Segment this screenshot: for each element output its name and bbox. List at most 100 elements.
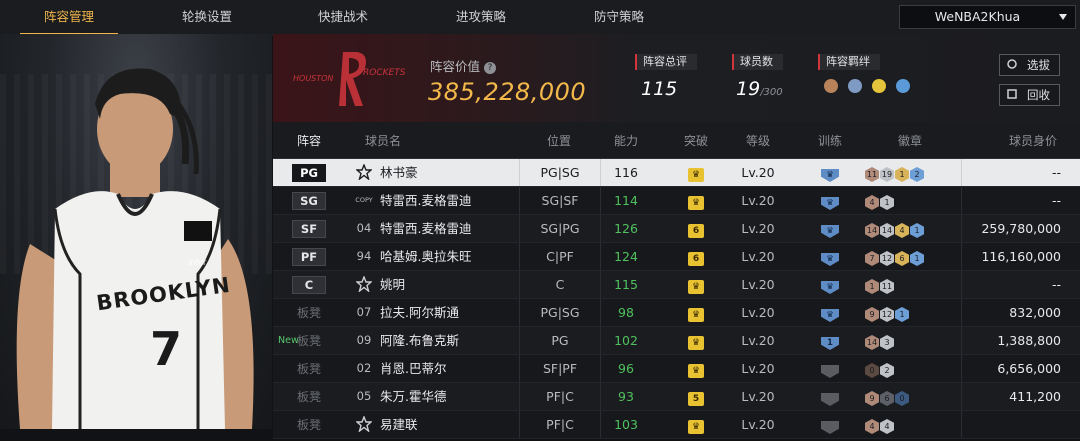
crown-icon: ♛ <box>688 196 704 210</box>
training-badge[interactable]: ♛ <box>817 215 843 242</box>
table-row[interactable]: 板凳 02 肖恩.巴蒂尔 SF|PF 96 ♛ Lv.20 ♛ 0 2 6,656,000 <box>273 355 1080 383</box>
recycle-button[interactable]: 回收 <box>999 84 1060 106</box>
badge-hex-icon: 14 <box>865 335 879 350</box>
training-badge[interactable]: ♛ <box>817 299 843 326</box>
player-name[interactable]: 特雷西.麦格雷迪 <box>380 187 540 214</box>
player-position: SG|SF <box>519 187 601 214</box>
player-name[interactable]: 朱万.霍华德 <box>380 383 540 410</box>
training-shield-icon: ♛ <box>821 253 839 266</box>
table-row[interactable]: PG 林书豪 PG|SG 116 ♛ Lv.20 ♛ 11 19 1 2 -- <box>273 159 1080 187</box>
badge-hex-icon: 12 <box>880 307 894 322</box>
tab-lineup-management[interactable]: 阵容管理 <box>20 0 118 35</box>
table-row[interactable]: 板凳 05 朱万.霍华德 PF|C 93 5 Lv.20 ♛ 9 6 0 411,200 <box>273 383 1080 411</box>
jersey-number: 07 <box>356 305 372 319</box>
table-row[interactable]: SG COPY 特雷西.麦格雷迪 SG|SF 114 ♛ Lv.20 ♛ 4 1 -- <box>273 187 1080 215</box>
player-position: PG|SG <box>519 299 601 326</box>
jersey-number: COPY <box>355 196 373 204</box>
player-position: PG <box>519 327 601 354</box>
training-badge[interactable]: ♛ <box>817 383 843 410</box>
bond-icon-3[interactable] <box>872 79 887 93</box>
badge-hex-icon: 1 <box>865 279 879 294</box>
training-badge[interactable]: ♛ <box>817 271 843 298</box>
lineup-slot: 板凳 <box>290 355 328 382</box>
col-ability: 能力 <box>613 134 638 148</box>
player-level: Lv.20 <box>741 165 775 180</box>
badge-list[interactable]: 7 12 6 1 <box>865 243 955 270</box>
badge-list[interactable]: 41 <box>865 187 955 214</box>
player-illustration <box>16 68 254 429</box>
player-name[interactable]: 阿隆.布鲁克斯 <box>380 327 540 354</box>
bond-icon-4[interactable] <box>896 79 911 93</box>
training-badge[interactable]: ♛ <box>817 187 843 214</box>
player-value: -- <box>961 159 1061 186</box>
training-shield-icon: ♛ <box>821 281 839 294</box>
tab-quick-tactics[interactable]: 快捷战术 <box>294 0 392 34</box>
star-icon <box>352 411 376 438</box>
lineup-summary-header: HOUSTON ROCKETS 阵容价值? 385,228,000 阵容总评 1… <box>273 34 1080 123</box>
training-shield-icon: ♛ <box>821 225 839 238</box>
badge-list[interactable]: 14 3 <box>865 327 955 354</box>
player-position: C|PF <box>519 243 601 270</box>
crown-icon: ♛ <box>688 364 704 378</box>
lineup-bond-icons[interactable] <box>824 78 915 97</box>
badge-list[interactable]: 1 11 <box>865 271 955 298</box>
bond-icon-2[interactable] <box>848 79 863 93</box>
breakthrough-badge: 6 <box>681 215 711 242</box>
table-row[interactable]: 板凳 易建联 PF|C 103 ♛ Lv.20 ♛ 4 4 <box>273 411 1080 439</box>
tab-offense-strategy[interactable]: 进攻策略 <box>432 0 530 34</box>
training-shield-icon: ♛ <box>821 169 839 182</box>
badge-list[interactable]: 44 <box>865 411 955 438</box>
badge-hex-icon: 4 <box>880 419 894 434</box>
table-row[interactable]: 板凳 07 拉夫.阿尔斯通 PG|SG 98 ♛ Lv.20 ♛ 9 12 1 832,000 <box>273 299 1080 327</box>
player-ability: 124 <box>614 249 638 264</box>
player-name[interactable]: 姚明 <box>380 271 540 298</box>
bench-label: 板凳 <box>296 362 321 376</box>
badge-list[interactable]: 11 19 1 2 <box>865 159 955 186</box>
badge-hex-icon: 11 <box>880 279 894 294</box>
training-badge[interactable]: ♛ <box>817 243 843 270</box>
select-button[interactable]: 选拔 <box>999 54 1060 76</box>
badge-hex-icon: 14 <box>880 223 894 238</box>
col-player-value: 球员身价 <box>1008 134 1057 148</box>
badge-list[interactable]: 02 <box>865 355 955 382</box>
training-badge[interactable]: 1 <box>817 327 843 354</box>
lineup-slot: PG <box>290 159 328 186</box>
player-position: C <box>519 271 601 298</box>
tab-defense-strategy[interactable]: 防守策略 <box>570 0 668 34</box>
table-row[interactable]: SF 04 特雷西.麦格雷迪 SG|PG 126 6 Lv.20 ♛ 14 14 4 1 259,780… <box>273 215 1080 243</box>
badge-hex-icon: 11 <box>865 167 879 182</box>
account-name: WeNBA2Khua <box>934 9 1021 24</box>
badge-hex-icon: 9 <box>865 391 879 406</box>
training-badge[interactable]: ♛ <box>817 411 843 438</box>
player-name[interactable]: 林书豪 <box>380 159 540 186</box>
team-logo-text-right: ROCKETS <box>363 68 406 78</box>
crown-icon: ♛ <box>688 420 704 434</box>
badge-hex-icon: 4 <box>895 223 909 238</box>
breakthrough-badge: ♛ <box>681 159 711 186</box>
player-name[interactable]: 肖恩.巴蒂尔 <box>380 355 540 382</box>
player-name[interactable]: 哈基姆.奥拉朱旺 <box>380 243 540 270</box>
player-ability: 126 <box>614 221 638 236</box>
table-row[interactable]: PF 94 哈基姆.奥拉朱旺 C|PF 124 6 Lv.20 ♛ 7 12 6 1 116,160,0… <box>273 243 1080 271</box>
player-name[interactable]: 易建联 <box>380 411 540 438</box>
table-row[interactable]: C 姚明 C 115 ♛ Lv.20 ♛ 1 11 -- <box>273 271 1080 299</box>
bond-icon-1[interactable] <box>824 79 838 93</box>
badge-list[interactable]: 960 <box>865 383 955 410</box>
overall-rating-label: 阵容总评 <box>635 54 697 70</box>
player-name[interactable]: 拉夫.阿尔斯通 <box>380 299 540 326</box>
badge-list[interactable]: 14 14 4 1 <box>865 215 955 242</box>
training-badge[interactable]: ♛ <box>817 159 843 186</box>
lineup-slot: SG <box>290 187 328 214</box>
badge-list[interactable]: 9 12 1 <box>865 299 955 326</box>
crown-icon: 5 <box>688 392 704 406</box>
training-badge[interactable]: ♛ <box>817 355 843 382</box>
table-row[interactable]: New 板凳 09 阿隆.布鲁克斯 PG 102 ♛ Lv.20 1 14 3 1,388,800 <box>273 327 1080 355</box>
breakthrough-badge: ♛ <box>681 299 711 326</box>
help-icon[interactable]: ? <box>484 62 497 74</box>
account-dropdown[interactable]: WeNBA2Khua <box>899 5 1076 29</box>
tab-rotation-settings[interactable]: 轮换设置 <box>158 0 256 34</box>
badge-hex-icon: 0 <box>865 363 879 378</box>
recycle-button-label: 回收 <box>1027 88 1050 102</box>
player-name[interactable]: 特雷西.麦格雷迪 <box>380 215 540 242</box>
player-position: PG|SG <box>519 159 601 186</box>
